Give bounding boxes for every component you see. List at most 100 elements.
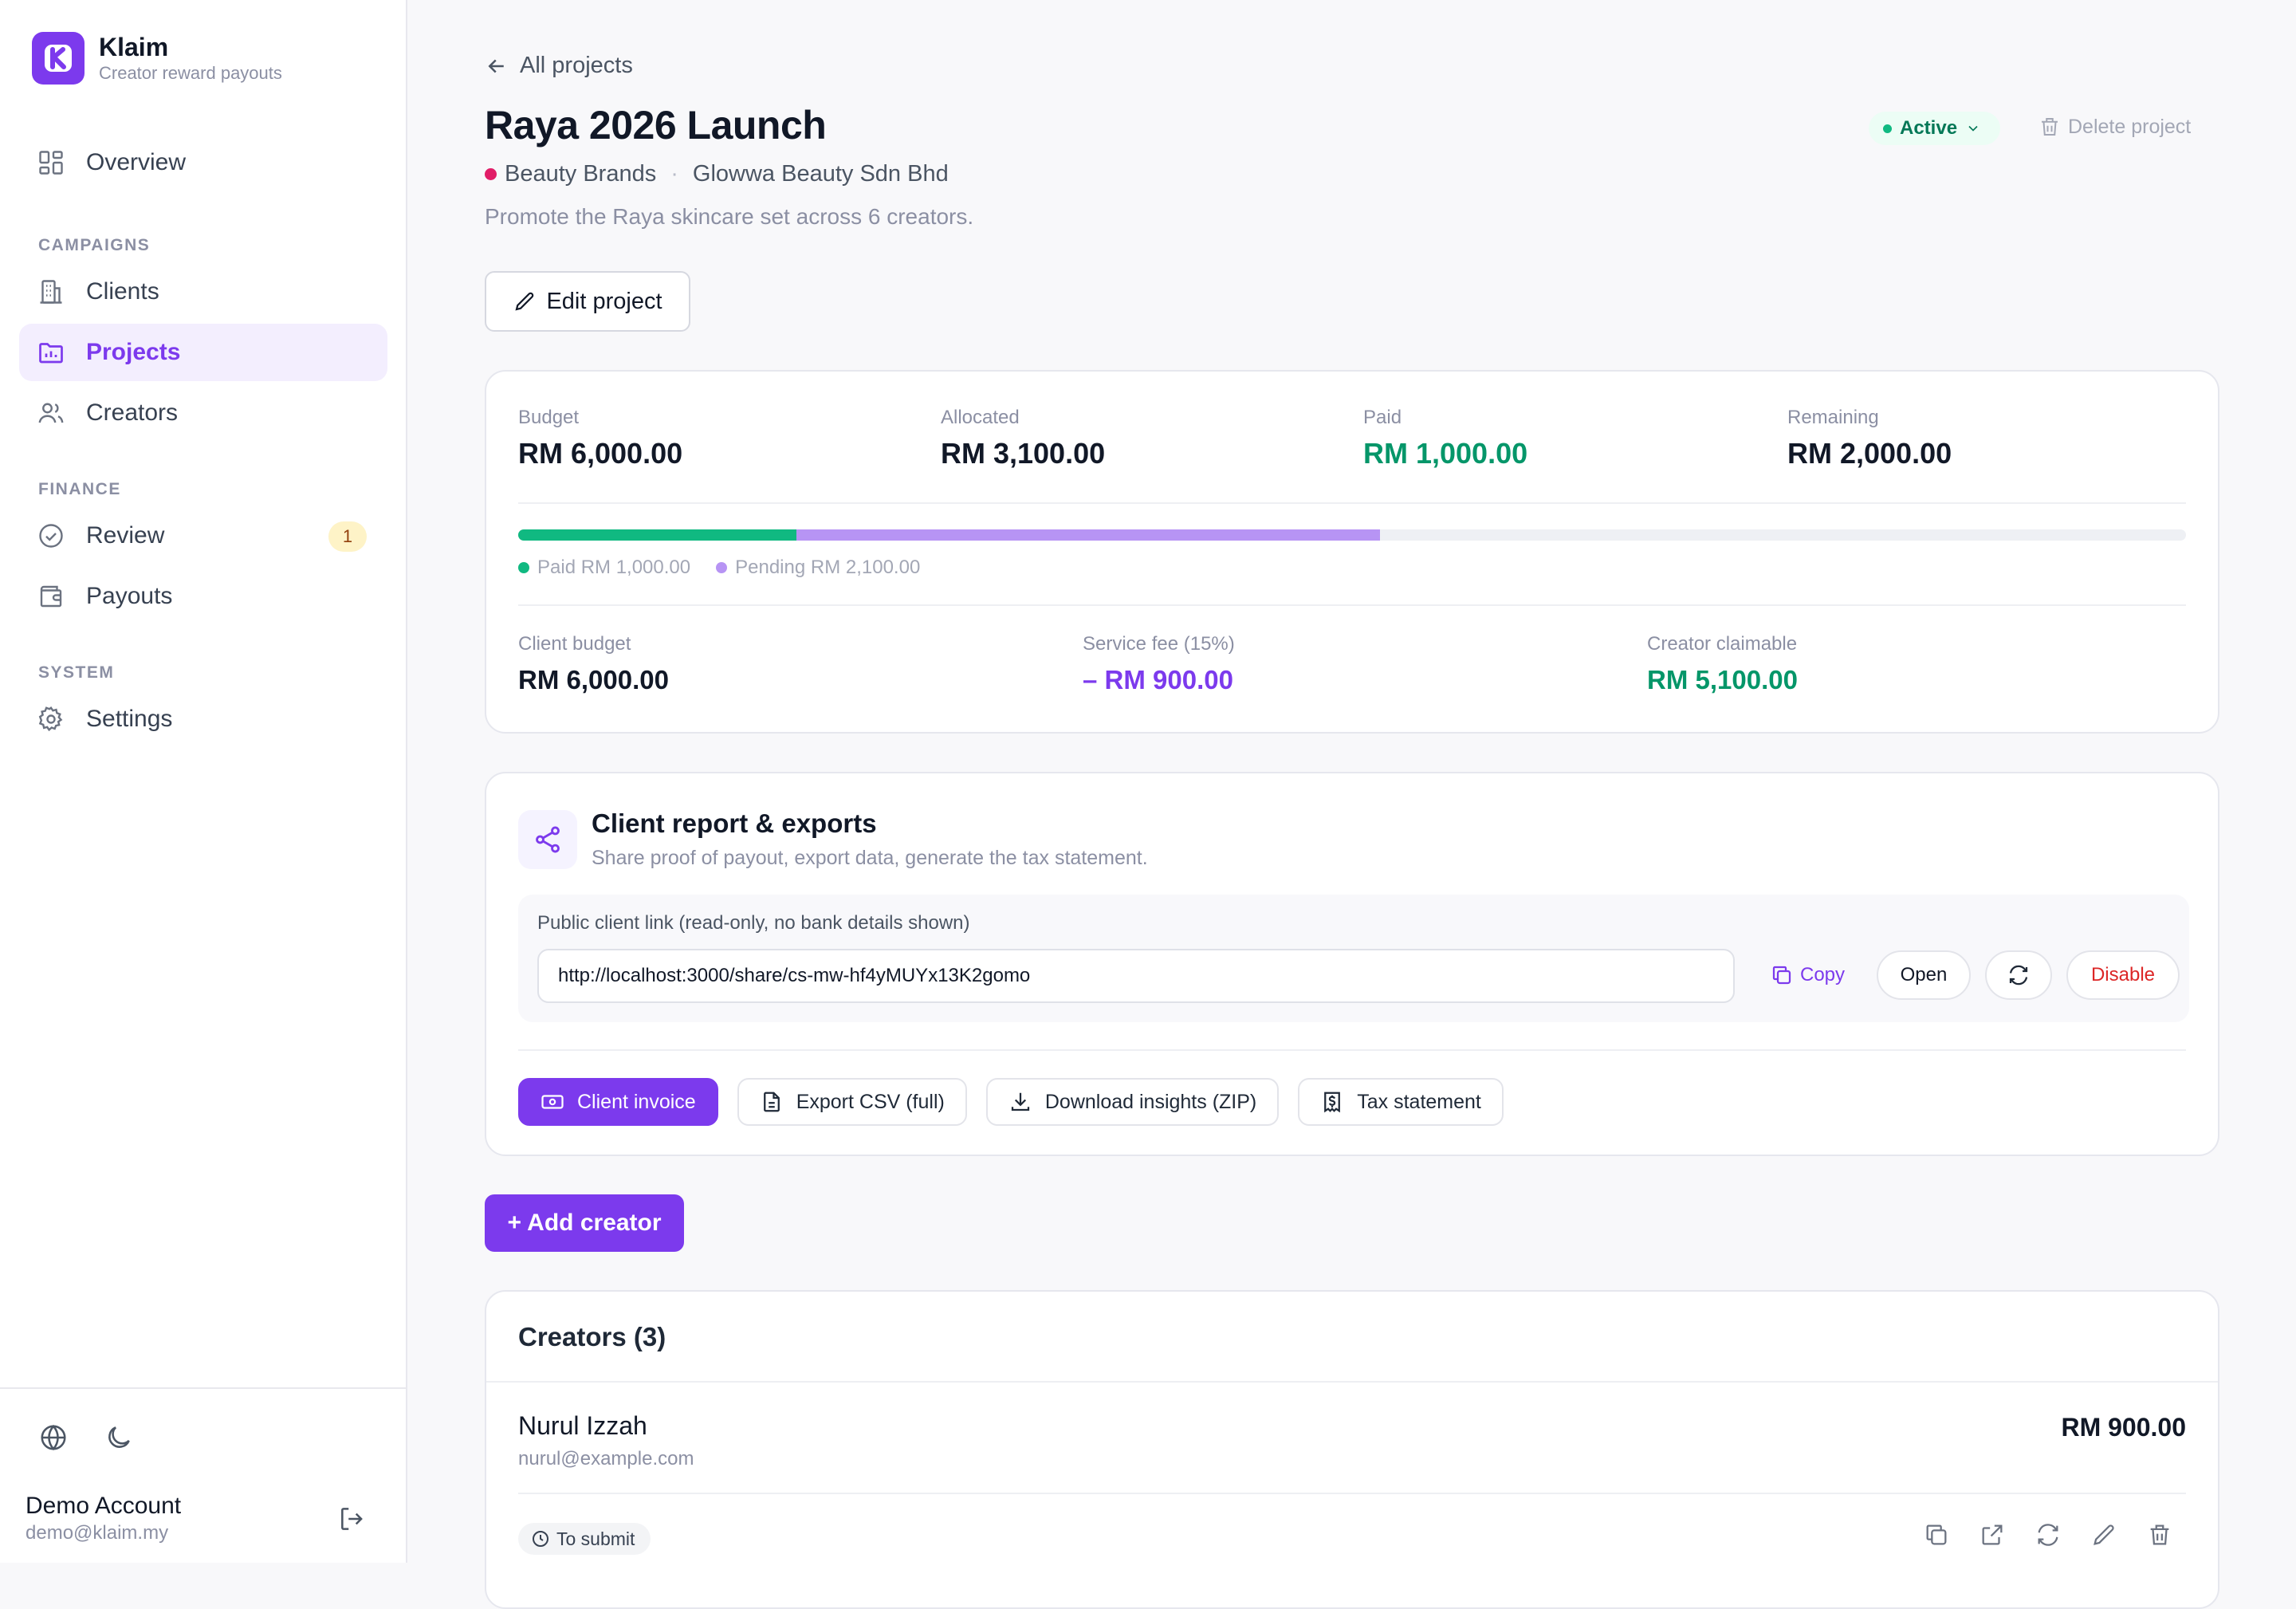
- remaining-value: RM 2,000.00: [1787, 437, 1952, 470]
- copy-label: Copy: [1799, 964, 1846, 985]
- project-client[interactable]: Glowwa Beauty Sdn Bhd: [693, 161, 949, 187]
- legend-paid-dot: [518, 562, 529, 573]
- open-label: Open: [1900, 964, 1948, 985]
- file-text-icon: [763, 1092, 780, 1112]
- public-link-input[interactable]: [537, 949, 1735, 1003]
- paid-label: Paid: [1363, 407, 1402, 428]
- divider: [518, 604, 2186, 606]
- tax-statement-button[interactable]: Tax statement: [1298, 1078, 1504, 1126]
- page-title: Raya 2026 Launch: [485, 103, 827, 148]
- allocated-stat: Allocated RM 3,100.00: [941, 405, 1105, 474]
- allocated-value: RM 3,100.00: [941, 437, 1106, 470]
- pencil-icon[interactable]: [2090, 1521, 2117, 1548]
- public-link-label: Public client link (read-only, no bank d…: [537, 912, 970, 934]
- receipt-icon: [1324, 1092, 1341, 1113]
- export-csv-button[interactable]: Export CSV (full): [737, 1078, 967, 1126]
- creators-title: Creators (3): [518, 1322, 666, 1351]
- edit-project-button[interactable]: Edit project: [485, 271, 690, 332]
- project-meta: Beauty Brands · Glowwa Beauty Sdn Bhd: [485, 161, 949, 187]
- remaining-stat: Remaining RM 2,000.00: [1787, 405, 1952, 474]
- divider: [518, 1493, 2186, 1494]
- legend-pending-label: Pending RM 2,100.00: [735, 557, 921, 578]
- add-creator-button[interactable]: + Add creator: [485, 1194, 684, 1252]
- tax-statement-label: Tax statement: [1357, 1090, 1481, 1113]
- disable-label: Disable: [2090, 964, 2156, 985]
- divider: [486, 1381, 2218, 1383]
- budget-stat: Budget RM 6,000.00: [518, 405, 682, 474]
- creator-amount: RM 900.00: [2061, 1413, 2186, 1442]
- service-fee-label: Service fee (15%): [1083, 633, 1235, 655]
- divider: [518, 502, 2186, 504]
- client-invoice-label: Client invoice: [577, 1090, 696, 1113]
- trash-icon: [2042, 118, 2058, 136]
- meta-separator: ·: [670, 161, 678, 187]
- copy-icon[interactable]: [1923, 1521, 1950, 1548]
- status-badge-label: To submit: [556, 1528, 635, 1549]
- clock-icon: [533, 1531, 548, 1547]
- client-invoice-button[interactable]: Client invoice: [518, 1078, 718, 1126]
- legend-pending: Pending RM 2,100.00: [716, 557, 920, 579]
- client-budget-value: RM 6,000.00: [518, 665, 669, 694]
- pending-progress-fill: [796, 529, 1380, 541]
- client-report-card: Client report & exports Share proof of p…: [485, 772, 2219, 1156]
- edit-project-label: Edit project: [546, 288, 662, 314]
- open-link-button[interactable]: Open: [1877, 950, 1971, 1000]
- paid-value: RM 1,000.00: [1363, 437, 1528, 470]
- creators-card: Creators (3) Nurul Izzah nurul@example.c…: [485, 1290, 2219, 1609]
- paid-progress-fill: [518, 529, 796, 541]
- refresh-icon: [2009, 965, 2028, 985]
- copy-link-button[interactable]: Copy: [1755, 950, 1859, 1000]
- delete-project-label: Delete project: [2068, 115, 2192, 138]
- chevron-down-icon: [1968, 125, 1978, 132]
- row-actions: [1923, 1521, 2173, 1548]
- pencil-icon: [515, 292, 534, 311]
- banknote-icon: [541, 1095, 564, 1109]
- external-link-icon[interactable]: [1979, 1521, 2006, 1548]
- creator-claimable-label: Creator claimable: [1647, 633, 1798, 655]
- client-budget-stat: Client budget RM 6,000.00: [518, 631, 669, 700]
- creator-claimable-stat: Creator claimable RM 5,100.00: [1647, 631, 1798, 700]
- download-icon: [1011, 1092, 1029, 1111]
- service-fee-stat: Service fee (15%) – RM 900.00: [1083, 631, 1235, 700]
- arrow-left-icon: [488, 59, 504, 73]
- category-dot: [485, 168, 497, 180]
- divider: [518, 1049, 2186, 1051]
- project-description: Promote the Raya skincare set across 6 c…: [485, 204, 974, 229]
- status-badge: To submit: [518, 1523, 651, 1555]
- public-link-panel: Public client link (read-only, no bank d…: [518, 895, 2189, 1022]
- status-dropdown[interactable]: Active: [1869, 112, 2001, 145]
- legend-pending-dot: [716, 562, 728, 573]
- share-icon: [518, 810, 577, 869]
- disable-link-button[interactable]: Disable: [2066, 950, 2180, 1000]
- budget-progress-bar: [518, 529, 2186, 541]
- refresh-icon[interactable]: [2035, 1521, 2062, 1548]
- creator-name: Nurul Izzah: [518, 1411, 647, 1440]
- download-insights-label: Download insights (ZIP): [1044, 1090, 1257, 1113]
- client-budget-label: Client budget: [518, 633, 631, 655]
- creator-email: nurul@example.com: [518, 1448, 694, 1469]
- budget-value: RM 6,000.00: [518, 437, 683, 470]
- main-content: All projects Raya 2026 Launch Beauty Bra…: [0, 0, 2296, 1609]
- report-subtitle: Share proof of payout, export data, gene…: [592, 847, 1148, 869]
- legend-paid: Paid RM 1,000.00: [518, 557, 690, 579]
- status-dot: [1883, 124, 1892, 133]
- delete-project-button[interactable]: Delete project: [2038, 115, 2191, 139]
- export-actions: Client invoice Export CSV (full) Downloa…: [518, 1078, 1504, 1126]
- export-csv-label: Export CSV (full): [796, 1090, 945, 1113]
- project-category: Beauty Brands: [505, 161, 657, 187]
- paid-stat: Paid RM 1,000.00: [1363, 405, 1527, 474]
- remaining-label: Remaining: [1787, 407, 1879, 428]
- budget-card: Budget RM 6,000.00 Allocated RM 3,100.00…: [485, 370, 2219, 734]
- back-link-label: All projects: [520, 53, 633, 78]
- progress-legend: Paid RM 1,000.00 Pending RM 2,100.00: [518, 557, 946, 579]
- service-fee-value: – RM 900.00: [1083, 665, 1233, 694]
- allocated-label: Allocated: [941, 407, 1020, 428]
- report-title: Client report & exports: [592, 808, 877, 838]
- download-insights-button[interactable]: Download insights (ZIP): [985, 1078, 1280, 1126]
- creator-claimable-value: RM 5,100.00: [1647, 665, 1798, 694]
- back-to-projects-link[interactable]: All projects: [485, 53, 633, 79]
- budget-label: Budget: [518, 407, 580, 428]
- trash-icon[interactable]: [2146, 1521, 2173, 1548]
- legend-paid-label: Paid RM 1,000.00: [537, 557, 691, 578]
- regenerate-link-button[interactable]: [1985, 950, 2052, 1000]
